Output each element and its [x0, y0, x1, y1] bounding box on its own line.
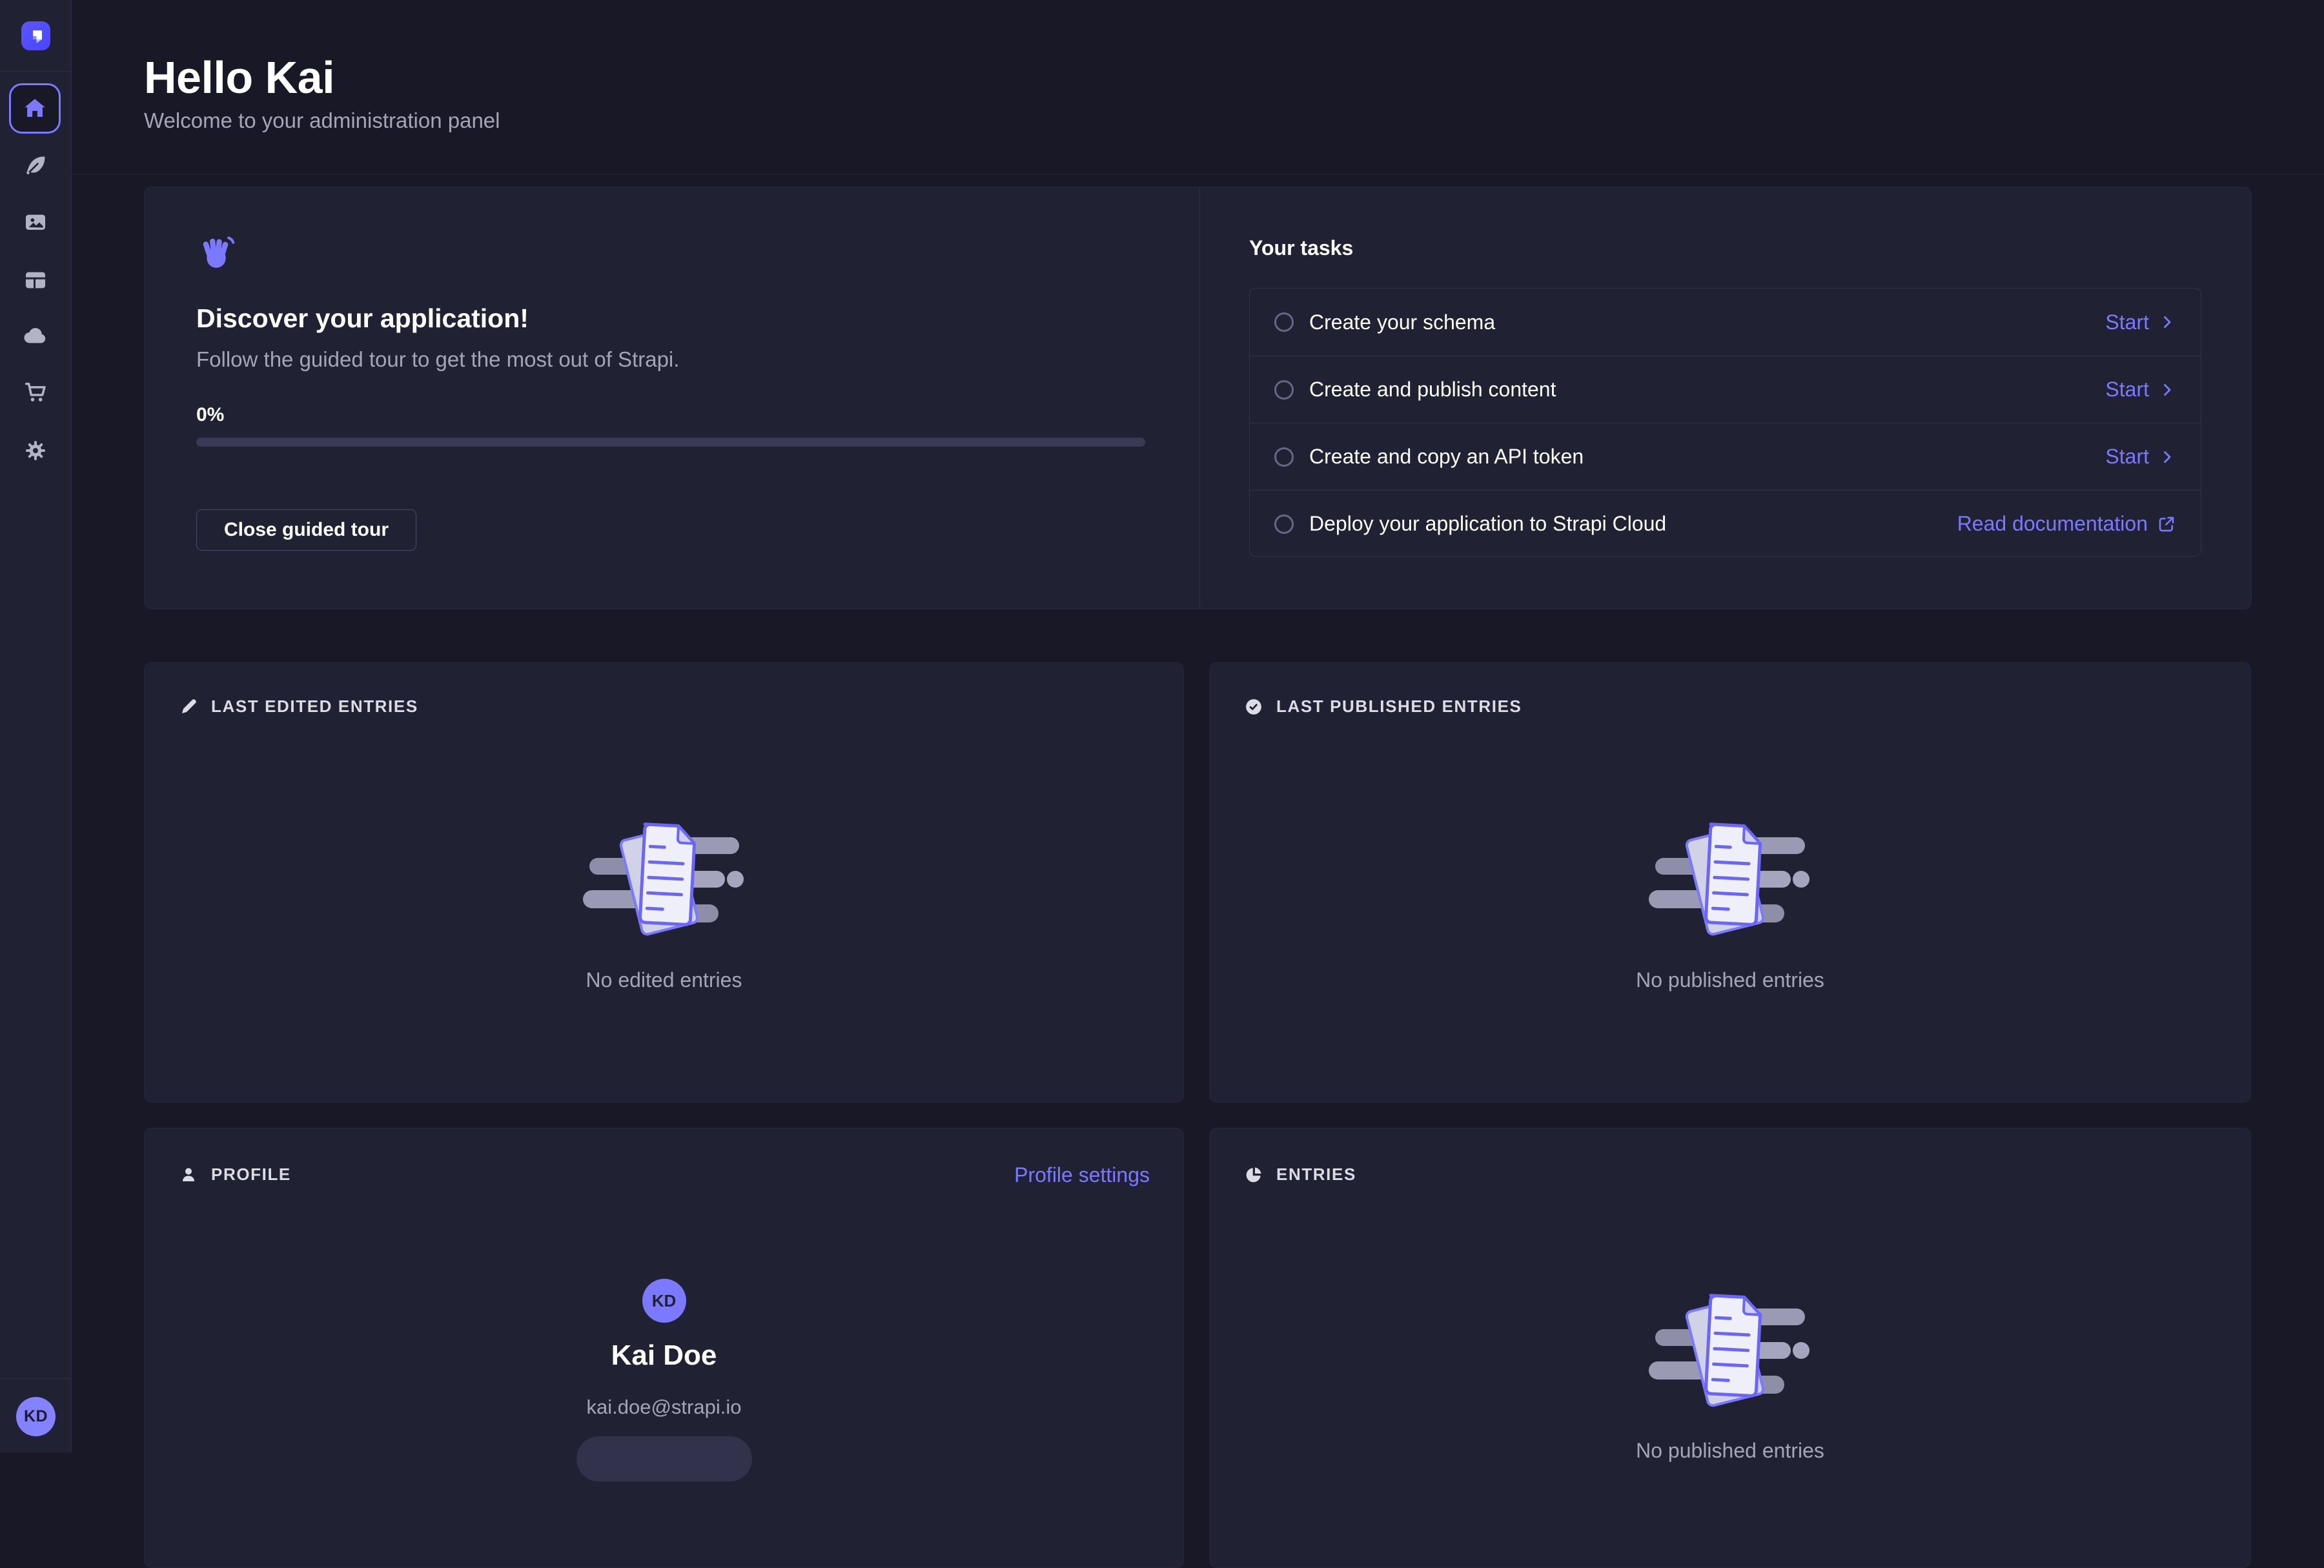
empty-documents-illustration	[1643, 808, 1817, 946]
tasks-title: Your tasks	[1249, 236, 1353, 260]
widget-title: ENTRIES	[1276, 1165, 1356, 1185]
task-status-circle	[1274, 380, 1294, 400]
last-published-entries-widget: LAST PUBLISHED ENTRIES No published entr…	[1209, 662, 2251, 1103]
sidebar-item-home[interactable]	[9, 83, 61, 134]
sidebar-item-cloud[interactable]	[23, 323, 48, 349]
widget-title: PROFILE	[211, 1165, 291, 1185]
sidebar-item-content-type-builder[interactable]	[23, 267, 48, 293]
sidebar-divider-top	[0, 71, 71, 72]
widget-title: LAST PUBLISHED ENTRIES	[1276, 697, 1522, 717]
task-action-label: Read documentation	[1957, 512, 2148, 536]
guided-tour-vertical-divider	[1199, 187, 1200, 609]
task-action-label: Start	[2105, 378, 2149, 402]
sidebar-item-settings[interactable]	[23, 438, 48, 463]
home-icon	[21, 95, 48, 122]
task-label: Create your schema	[1309, 311, 2105, 334]
pencil-icon	[179, 697, 198, 717]
widget-title: LAST EDITED ENTRIES	[211, 697, 418, 717]
empty-state-text: No edited entries	[145, 968, 1183, 992]
read-documentation-link[interactable]: Read documentation	[1957, 512, 2176, 536]
guided-tour-card: Discover your application! Follow the gu…	[144, 187, 2252, 609]
user-avatar[interactable]: KD	[16, 1397, 56, 1436]
empty-state-text: No published entries	[1210, 968, 2250, 992]
sidebar-divider-bottom	[0, 1378, 71, 1379]
task-start-link[interactable]: Start	[2105, 378, 2176, 402]
task-row: Create and publish content Start	[1250, 356, 2201, 423]
profile-avatar: KD	[642, 1279, 686, 1323]
task-row: Create your schema Start	[1250, 289, 2201, 356]
empty-documents-illustration	[577, 808, 751, 946]
feather-icon	[23, 153, 48, 179]
chevron-right-icon	[2158, 381, 2176, 399]
task-status-circle	[1274, 312, 1294, 332]
person-icon	[179, 1165, 198, 1185]
guided-tour-title: Discover your application!	[196, 303, 529, 334]
pie-chart-icon	[1244, 1165, 1263, 1185]
tasks-list: Create your schema Start Create and publ…	[1249, 288, 2201, 556]
task-action-label: Start	[2105, 445, 2149, 469]
task-start-link[interactable]: Start	[2105, 445, 2176, 469]
entries-widget: ENTRIES No published entries	[1209, 1128, 2251, 1568]
profile-settings-link[interactable]: Profile settings	[1014, 1163, 1150, 1187]
guided-tour-progress-value: 0%	[196, 404, 224, 426]
task-status-circle	[1274, 514, 1294, 534]
page-subtitle: Welcome to your administration panel	[144, 108, 500, 133]
external-link-icon	[2157, 514, 2176, 534]
task-start-link[interactable]: Start	[2105, 311, 2176, 334]
sidebar-item-marketplace[interactable]	[23, 380, 48, 405]
task-row: Create and copy an API token Start	[1250, 423, 2201, 490]
layout-icon	[23, 267, 48, 293]
empty-documents-illustration	[1643, 1279, 1817, 1418]
profile-widget: PROFILE Profile settings KD Kai Doe kai.…	[144, 1128, 1184, 1568]
sidebar: KD	[0, 0, 72, 1452]
gear-icon	[23, 438, 48, 463]
profile-email: kai.doe@strapi.io	[145, 1396, 1183, 1419]
media-icon	[23, 209, 48, 235]
role-badge	[576, 1436, 752, 1481]
chevron-right-icon	[2158, 313, 2176, 331]
close-guided-tour-button[interactable]: Close guided tour	[196, 509, 416, 551]
profile-name: Kai Doe	[145, 1339, 1183, 1372]
empty-state-text: No published entries	[1210, 1439, 2250, 1463]
cloud-icon	[23, 323, 48, 350]
guided-tour-progress-bar	[196, 438, 1145, 447]
task-status-circle	[1274, 447, 1294, 467]
task-label: Create and publish content	[1309, 378, 2105, 402]
last-edited-entries-widget: LAST EDITED ENTRIES No edited entries	[144, 662, 1184, 1103]
strapi-logo[interactable]	[21, 21, 50, 50]
task-label: Deploy your application to Strapi Cloud	[1309, 512, 1957, 536]
task-label: Create and copy an API token	[1309, 445, 2105, 469]
cart-icon	[23, 380, 48, 405]
check-circle-icon	[1244, 697, 1263, 717]
page-title: Hello Kai	[144, 52, 334, 103]
task-row: Deploy your application to Strapi Cloud …	[1250, 490, 2201, 556]
chevron-right-icon	[2158, 448, 2176, 466]
guided-tour-subtitle: Follow the guided tour to get the most o…	[196, 347, 679, 372]
task-action-label: Start	[2105, 311, 2149, 334]
sidebar-item-content-manager[interactable]	[23, 153, 48, 179]
sidebar-item-media-library[interactable]	[23, 209, 48, 235]
strapi-logo-icon	[27, 27, 45, 45]
wave-hand-icon	[196, 234, 236, 274]
